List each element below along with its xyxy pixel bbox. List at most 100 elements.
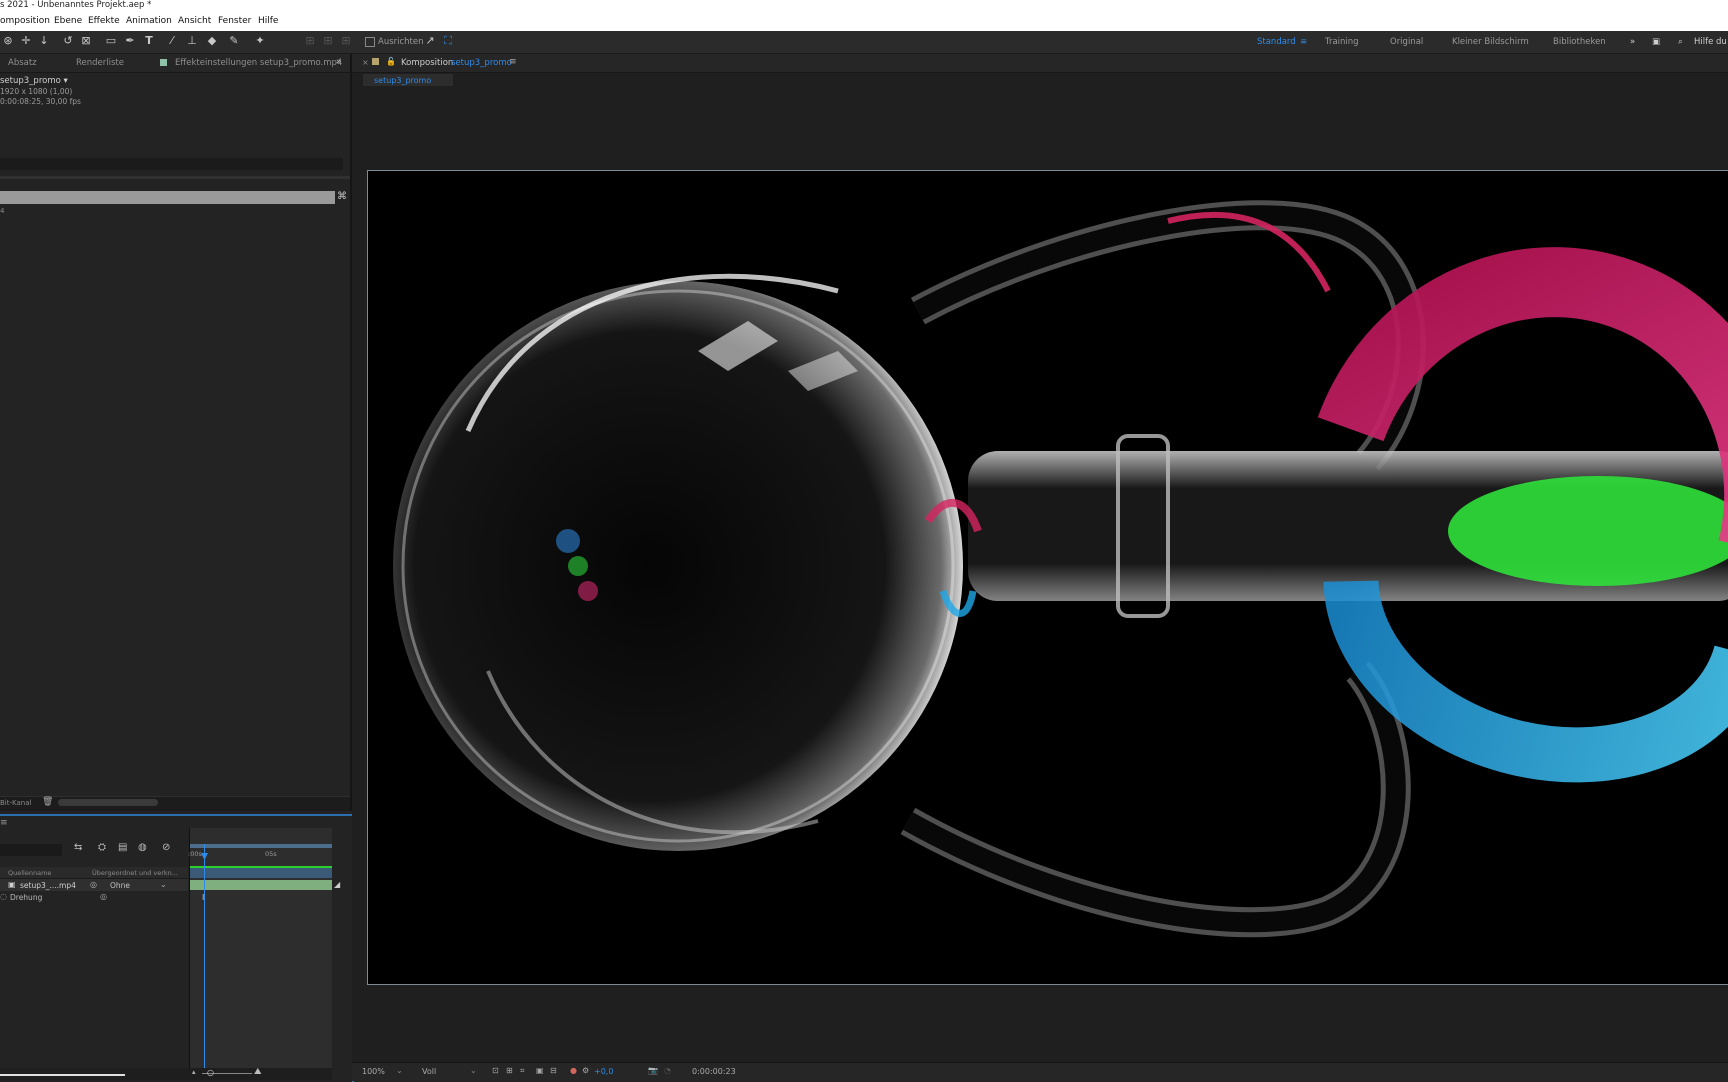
pan-icon[interactable]: ✛ (20, 35, 32, 47)
workspace-original[interactable]: Original (1390, 37, 1423, 47)
rectangle-tool-icon[interactable]: ▭ (105, 35, 117, 47)
menu-item-fenster[interactable]: Fenster (218, 16, 251, 26)
property-pickwhip-icon[interactable]: ◎ (100, 892, 107, 901)
puppet-pin-icon[interactable]: ✦ (254, 35, 266, 47)
lower-loop-tube (900, 661, 1411, 938)
exposure-reset-icon[interactable]: ⚙ (582, 1066, 589, 1075)
zoom-slider-handle[interactable]: ○ (207, 1068, 214, 1077)
zoom-in-icon[interactable]: ⛰ (254, 1067, 262, 1077)
lock-icon[interactable]: 🔓 (386, 57, 396, 66)
comp-mini-flowchart-icon[interactable]: ⇆ (74, 842, 82, 853)
project-header-row[interactable] (0, 191, 335, 204)
current-timecode[interactable]: 0:00:00:23 (692, 1067, 736, 1076)
comp-menu-icon[interactable]: ≡ (509, 57, 517, 67)
layer-duration-bar[interactable] (190, 880, 332, 890)
workspace-menu-icon[interactable]: ≡ (1300, 37, 1307, 47)
keyframe-marker[interactable]: I (202, 893, 204, 902)
menu-item-ansicht[interactable]: Ansicht (178, 16, 211, 26)
workspace-kleiner-bildschirm[interactable]: Kleiner Bildschirm (1452, 37, 1529, 47)
ausrichten-checkbox[interactable] (365, 37, 375, 47)
layer-end-icon[interactable]: ◢ (334, 880, 340, 889)
stamp-tool-icon[interactable]: ⊥ (186, 35, 198, 47)
guides-icon[interactable]: ▣ (536, 1066, 544, 1075)
comp-color-swatch (372, 58, 379, 65)
exposure-value[interactable]: +0,0 (594, 1067, 613, 1076)
property-rotation[interactable]: Drehung (10, 893, 42, 902)
3d-view-icon[interactable]: ⊟ (550, 1066, 557, 1075)
graph-editor-icon[interactable]: ⊘ (162, 842, 170, 853)
orbit-camera-icon[interactable]: ⊛ (2, 35, 14, 47)
snapshot-icon[interactable]: 📷 (648, 1066, 658, 1075)
tab-absatz[interactable]: Absatz (8, 58, 37, 68)
motion-blur-icon[interactable]: ◍ (138, 842, 147, 853)
stopwatch-icon[interactable]: ◌ (0, 892, 7, 901)
snap-extend-icon[interactable]: ⛶ (442, 35, 454, 47)
layer-visibility-icon[interactable]: ▣ (8, 880, 16, 889)
eraser-tool-icon[interactable]: ◆ (206, 35, 218, 47)
resolution-chevron-icon[interactable]: ⌄ (470, 1066, 477, 1075)
pickwhip-icon[interactable]: ◎ (90, 880, 97, 889)
frame-blending-icon[interactable]: ▤ (118, 842, 127, 853)
project-search-field[interactable] (0, 158, 343, 170)
tab-renderliste[interactable]: Renderliste (76, 58, 124, 68)
workspace-standard[interactable]: Standard (1257, 37, 1296, 47)
lower-loop-inner (903, 664, 1406, 933)
project-name[interactable]: setup3_promo ▾ (0, 76, 68, 86)
glass-artwork (393, 200, 1728, 938)
flask-bulb (393, 281, 963, 851)
column-parent[interactable]: Übergeordnet und verkn... (92, 869, 178, 877)
mask-visibility-icon[interactable]: ⌗ (520, 1066, 525, 1076)
column-source-name[interactable]: Quellenname (8, 869, 51, 877)
anchor-tool-icon[interactable]: ⊠ (80, 35, 92, 47)
resolution-dropdown[interactable]: Voll (422, 1067, 436, 1076)
sync-settings-icon[interactable]: ▣ (1652, 37, 1660, 47)
workspace-bibliotheken[interactable]: Bibliotheken (1553, 37, 1606, 47)
menu-item-composition[interactable]: omposition (0, 16, 50, 26)
menu-item-animation[interactable]: Animation (126, 16, 172, 26)
workspace-training[interactable]: Training (1325, 37, 1359, 47)
brush-tool-icon[interactable]: ⁄ (166, 35, 178, 47)
search-icon[interactable]: ⌕ (1678, 37, 1683, 47)
current-time-indicator[interactable] (204, 844, 205, 1080)
work-area-bar[interactable] (190, 844, 332, 848)
comp-viewer-tab-label[interactable]: setup3_promo (374, 76, 431, 85)
timeline-menu-icon[interactable]: ≡ (0, 818, 8, 828)
snap-icon[interactable]: ↗ (424, 35, 436, 47)
zoom-chevron-icon[interactable]: ⌄ (396, 1066, 403, 1075)
rotate-tool-icon[interactable]: ↺ (62, 35, 74, 47)
region-of-interest-icon[interactable]: ⊡ (492, 1066, 499, 1075)
dolly-icon[interactable]: ↓ (38, 35, 50, 47)
roto-brush-icon[interactable]: ✎ (228, 35, 240, 47)
project-scrollbar[interactable] (58, 799, 158, 806)
reflection-blue (556, 529, 580, 553)
menu-item-effekte[interactable]: Effekte (88, 16, 120, 26)
shy-layers-icon[interactable]: ⛭ (98, 842, 106, 853)
show-snapshot-icon[interactable]: ◔ (664, 1066, 671, 1075)
comp-viewer-canvas[interactable] (367, 170, 1728, 985)
pen-tool-icon[interactable]: ✒ (124, 35, 136, 47)
parent-dropdown[interactable]: Ohne (110, 881, 130, 890)
bit-depth-label[interactable]: Bit-Kanal (0, 799, 31, 807)
transparency-grid-icon[interactable]: ⊞ (506, 1066, 513, 1075)
color-channel-icon[interactable]: ● (570, 1066, 577, 1075)
layer-name[interactable]: setup3_....mp4 (20, 881, 76, 890)
close-tab-icon[interactable]: × (362, 58, 369, 67)
timeline-scroll[interactable] (0, 1074, 125, 1076)
text-tool-icon[interactable]: T (143, 35, 155, 47)
more-workspaces-icon[interactable]: » (1630, 37, 1635, 47)
menu-item-hilfe[interactable]: Hilfe (258, 16, 278, 26)
axis-icon: ⊞ (305, 34, 315, 47)
work-area-span[interactable] (190, 868, 332, 878)
flowchart-icon[interactable]: ⌘ (337, 191, 347, 202)
tab-effekteinstellungen[interactable]: Effekteinstellungen setup3_promo.mp4 (175, 58, 342, 68)
timeline-search-input[interactable] (0, 844, 62, 856)
trash-icon[interactable]: 🗑 (42, 797, 53, 807)
help-search-input[interactable]: Hilfe du (1694, 37, 1727, 47)
chevron-down-icon[interactable]: ⌄ (160, 880, 167, 889)
comp-name[interactable]: setup3_promo (451, 58, 512, 68)
zoom-dropdown[interactable]: 100% (362, 1067, 385, 1076)
menu-item-ebene[interactable]: Ebene (54, 16, 82, 26)
panel-overflow-icon[interactable]: » (336, 57, 341, 67)
zoom-out-icon[interactable]: ▴ (192, 1068, 196, 1076)
project-panel: Absatz Renderliste Effekteinstellungen s… (0, 54, 352, 811)
